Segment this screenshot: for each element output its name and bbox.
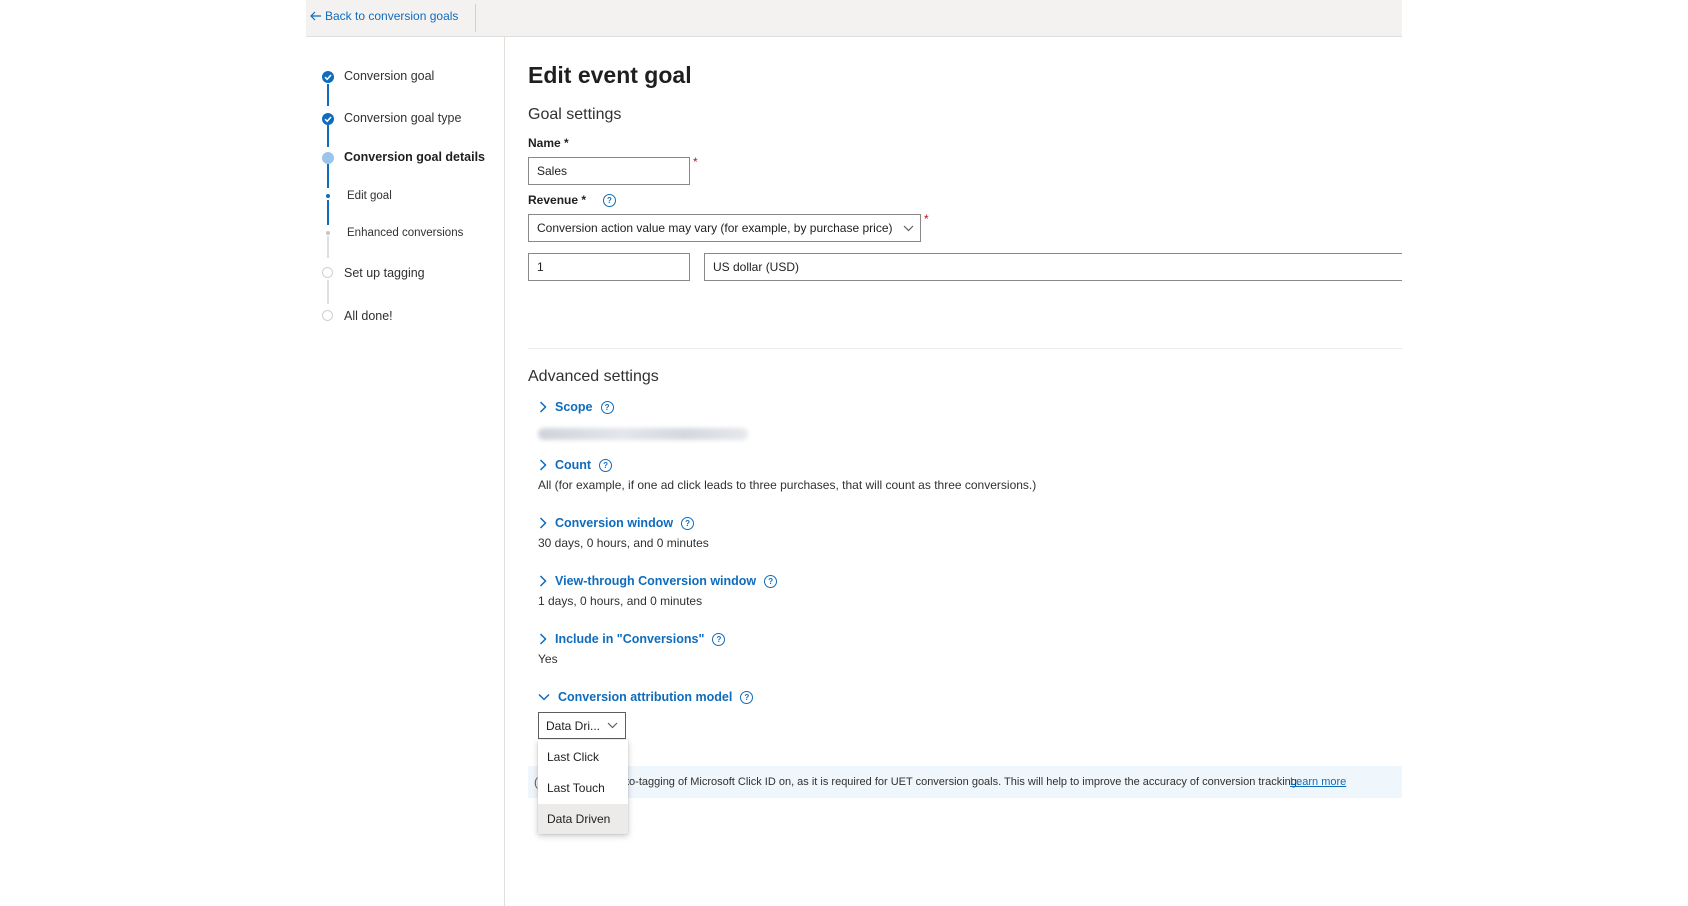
conversion-window-label: Conversion window — [555, 516, 674, 530]
step-all-done[interactable]: All done! — [344, 309, 393, 323]
conversion-window-value: 30 days, 0 hours, and 0 minutes — [538, 536, 709, 550]
substep-marker-icon — [326, 194, 330, 198]
step-label: Conversion goal — [344, 69, 435, 83]
revenue-label: Revenue * — [528, 193, 587, 207]
attribution-options-list: Last Click Last Touch Data Driven — [538, 740, 628, 834]
back-to-conversion-goals-link[interactable]: Back to conversion goals — [310, 9, 458, 23]
count-label: Count — [555, 458, 592, 472]
chevron-down-icon — [903, 225, 914, 232]
option-last-click[interactable]: Last Click — [538, 742, 628, 772]
step-label: All done! — [344, 309, 393, 323]
view-through-window-label: View-through Conversion window — [555, 574, 757, 588]
chevron-right-icon — [539, 459, 547, 471]
back-link-label: Back to conversion goals — [325, 9, 459, 23]
step-label: Conversion goal type — [344, 111, 462, 125]
step-pending-icon — [322, 267, 333, 278]
substep-enhanced-conversions[interactable]: Enhanced conversions — [347, 227, 463, 239]
step-pending-icon — [322, 310, 333, 321]
chevron-right-icon — [539, 517, 547, 529]
revenue-type-value: Conversion action value may vary (for ex… — [537, 221, 893, 235]
scope-label: Scope — [555, 400, 593, 414]
step-current-icon — [322, 152, 334, 164]
conversion-window-toggle[interactable]: Conversion window ? — [539, 516, 695, 530]
app-frame: Back to conversion goals Conversion goal… — [306, 0, 1402, 906]
currency-dropdown[interactable]: US dollar (USD) — [704, 253, 1402, 281]
scope-value-redacted — [538, 428, 748, 440]
view-through-window-toggle[interactable]: View-through Conversion window ? — [539, 574, 778, 588]
view-through-help-icon[interactable]: ? — [764, 574, 778, 588]
option-data-driven[interactable]: Data Driven — [538, 804, 628, 834]
include-in-conversions-label: Include in "Conversions" — [555, 632, 705, 646]
name-label: Name * — [528, 136, 569, 150]
step-label: Enhanced conversions — [347, 227, 464, 239]
include-in-conversions-value: Yes — [538, 652, 558, 666]
learn-more-link[interactable]: Learn more — [1290, 776, 1346, 788]
topbar-divider — [475, 4, 476, 32]
stepper-line — [327, 280, 329, 304]
step-complete-icon — [322, 71, 334, 83]
chevron-right-icon — [539, 401, 547, 413]
stepper-line — [327, 125, 329, 147]
chevron-right-icon — [539, 633, 547, 645]
step-conversion-goal-type[interactable]: Conversion goal type — [344, 111, 461, 125]
name-input[interactable]: Sales — [528, 157, 690, 185]
scope-toggle[interactable]: Scope ? — [539, 400, 614, 414]
count-toggle[interactable]: Count ? — [539, 458, 613, 472]
step-label: Set up tagging — [344, 266, 425, 280]
info-message-text: to-tagging of Microsoft Click ID on, as … — [626, 776, 1300, 788]
include-in-conversions-toggle[interactable]: Include in "Conversions" ? — [539, 632, 726, 646]
stepper-line — [327, 84, 329, 106]
conversion-window-help-icon[interactable]: ? — [681, 516, 695, 530]
attribution-selected-value: Data Dri... — [546, 718, 601, 733]
chevron-down-icon — [607, 722, 618, 729]
attribution-help-icon[interactable]: ? — [740, 690, 754, 704]
step-label: Conversion goal details — [344, 150, 486, 164]
revenue-help-icon[interactable]: ? — [603, 194, 616, 207]
page-title: Edit event goal — [528, 62, 692, 88]
step-label: Edit goal — [347, 190, 392, 202]
stepper-line — [327, 236, 329, 258]
revenue-amount-input[interactable]: 1 — [528, 253, 690, 281]
stepper-line — [327, 164, 329, 188]
stepper-line — [327, 200, 329, 225]
revenue-amount-value: 1 — [537, 260, 544, 274]
count-value: All (for example, if one ad click leads … — [538, 478, 1037, 492]
chevron-right-icon — [539, 575, 547, 587]
view-through-window-value: 1 days, 0 hours, and 0 minutes — [538, 594, 703, 608]
step-conversion-goal-details[interactable]: Conversion goal details — [344, 150, 485, 164]
goal-settings-heading: Goal settings — [528, 106, 622, 123]
substep-edit-goal[interactable]: Edit goal — [347, 190, 392, 202]
arrow-left-icon — [310, 11, 321, 21]
count-help-icon[interactable]: ? — [599, 458, 613, 472]
attribution-model-select[interactable]: Data Dri... — [538, 712, 626, 739]
info-message-bar: ( to-tagging of Microsoft Click ID on, a… — [528, 766, 1402, 798]
required-marker: * — [924, 212, 929, 226]
revenue-type-dropdown[interactable]: Conversion action value may vary (for ex… — [528, 214, 921, 242]
top-bar: Back to conversion goals — [306, 0, 1402, 37]
sidebar-divider — [504, 36, 505, 906]
currency-value: US dollar (USD) — [713, 260, 800, 274]
advanced-settings-heading: Advanced settings — [528, 368, 659, 385]
attribution-model-label: Conversion attribution model — [558, 690, 733, 704]
step-set-up-tagging[interactable]: Set up tagging — [344, 266, 425, 280]
name-input-value: Sales — [537, 164, 568, 178]
scope-help-icon[interactable]: ? — [600, 400, 614, 414]
attribution-model-toggle[interactable]: Conversion attribution model ? — [538, 690, 754, 704]
chevron-down-icon — [538, 693, 550, 701]
step-conversion-goal[interactable]: Conversion goal — [344, 69, 434, 83]
section-divider — [528, 348, 1402, 349]
option-last-touch[interactable]: Last Touch — [538, 773, 628, 803]
include-help-icon[interactable]: ? — [712, 632, 726, 646]
required-marker: * — [693, 155, 698, 169]
substep-marker-icon — [326, 231, 330, 235]
step-complete-icon — [322, 113, 334, 125]
